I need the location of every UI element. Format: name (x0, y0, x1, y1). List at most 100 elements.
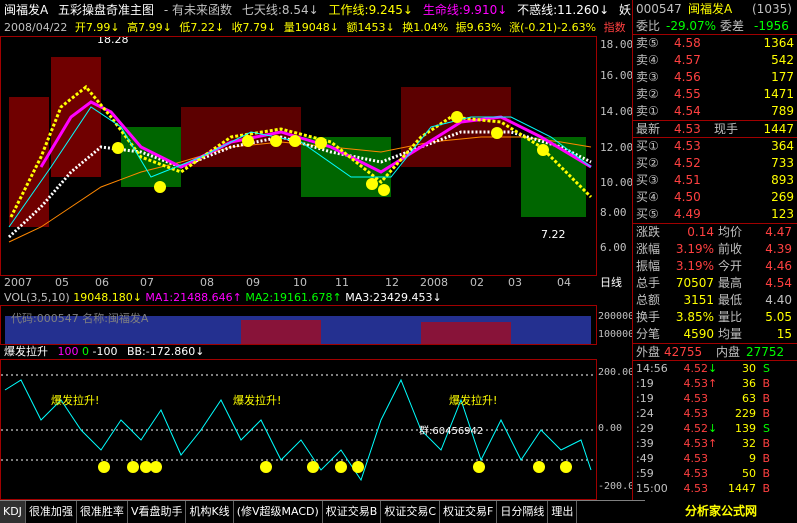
tick-row: :59 4.53 50 B (636, 467, 770, 480)
date-tick: 08 (200, 276, 214, 289)
tab-item[interactable]: 机构K线 (186, 501, 234, 523)
tab-item[interactable]: 权证交易B (323, 501, 382, 523)
candle-band-7 (521, 137, 586, 217)
latest-row: 最新 4.53 现手 1447 (633, 121, 797, 138)
ohlc-change: 涨(-0.21)-2.63% (509, 21, 597, 34)
quote-num: (1035) (752, 2, 792, 16)
candle-band-6 (401, 87, 511, 167)
volume-watermark: 代码:000547 名称:闽福发A (11, 311, 149, 325)
volume-chart[interactable]: 代码:000547 名称:闽福发A (1, 306, 596, 344)
buy-row[interactable]: 买① 4.53 364 (636, 138, 797, 155)
date-tick: 07 (140, 276, 154, 289)
ohlc-open: 开7.99↓ (74, 21, 120, 34)
tab-item[interactable]: (修V超级MACD) (234, 501, 323, 523)
main-indicator-subtitle: - 有未来函数 (163, 3, 233, 17)
ohlc-bar: 2008/04/22 开7.99↓ 高7.99↓ 低7.22↓ 收7.79↓ 量… (0, 20, 632, 36)
ohlc-close: 收7.79↓ (231, 21, 277, 34)
price-tick: 14.00 (600, 105, 634, 118)
ohlc-amplitude: 振9.63% (455, 21, 502, 34)
tab-item[interactable]: 权证交易F (440, 501, 498, 523)
indicator-tick: 0.00 (598, 423, 623, 434)
tab-item[interactable]: 很准加强 (26, 501, 77, 523)
date-tick: 2008 (420, 276, 448, 289)
vol-ma3: MA3:23429.453↓ (345, 291, 442, 304)
smiley-icon (270, 135, 282, 147)
buy-row[interactable]: 买③ 4.51 893 (636, 172, 797, 189)
volume-tick: 100000 (598, 329, 635, 340)
price-tick: 12.00 (600, 141, 634, 154)
quote-panel: 000547 闽福发A (1035) 委比 -29.07% 委差 -1956 卖… (632, 0, 797, 500)
not-miss-line: 不惑线:11.260↓ (517, 3, 610, 17)
period-label[interactable]: 日线 (600, 276, 622, 290)
smiley-icon (366, 178, 378, 190)
indicator-bb: BB:-172.860↓ (126, 345, 205, 358)
date-tick: 04 (557, 276, 571, 289)
indicator-panel[interactable]: 爆发拉升! 爆发拉升! 爆发拉升! 群:60456942 (0, 359, 597, 500)
smiley-icon (378, 184, 390, 196)
stats-row: 分笔 4590 均量 15 (636, 327, 792, 341)
indicator-label: 爆发拉升! (449, 393, 497, 407)
smiley-icon (352, 461, 364, 473)
tick-row: :19 4.53 63 B (636, 392, 770, 405)
date-axis: 2007 05 06 07 08 09 10 11 12 2008 02 03 … (0, 276, 632, 290)
sell-row[interactable]: 卖⑤ 4.58 1364 (636, 35, 797, 52)
indicator-note: 群:60456942 (419, 424, 483, 437)
smiley-icon (154, 181, 166, 193)
tab-kdj[interactable]: KDJ (0, 501, 26, 523)
smiley-icon (537, 144, 549, 156)
price-chart-panel[interactable]: 18.28 7.22 (0, 36, 597, 276)
smiley-icon (150, 461, 162, 473)
quote-name: 闽福发A (688, 2, 733, 16)
vol-ma1: MA1:21488.646↑ (145, 291, 242, 304)
smiley-icon (315, 137, 327, 149)
smiley-icon (127, 461, 139, 473)
tab-item[interactable]: 理出 (548, 501, 578, 523)
tick-row: :29 4.52 ↓ 139 S (636, 422, 770, 435)
smiley-icon (242, 135, 254, 147)
index-label: 指数 (603, 21, 626, 34)
buy-row[interactable]: 买⑤ 4.49 123 (636, 206, 797, 223)
sell-row[interactable]: 卖① 4.54 789 (636, 103, 797, 120)
buy-row[interactable]: 买④ 4.50 269 (636, 189, 797, 206)
date-tick: 2007 (4, 276, 32, 289)
date-tick: 11 (335, 276, 349, 289)
price-chart[interactable]: 18.28 7.22 (1, 37, 596, 275)
work-line: 工作线:9.245↓ (328, 3, 413, 17)
smiley-icon (533, 461, 545, 473)
volume-axis: 200000 100000 (598, 305, 635, 345)
tab-item[interactable]: 权证交易C (381, 501, 441, 523)
tick-row: :24 4.53 229 B (636, 407, 770, 420)
indicator-p3: -100 (92, 345, 118, 358)
date-tick: 09 (246, 276, 260, 289)
sell-row[interactable]: 卖③ 4.56 177 (636, 69, 797, 86)
price-axis: 18.00 16.00 14.00 12.00 10.00 8.00 6.00 (600, 36, 634, 276)
indicator-smileys (98, 461, 572, 473)
smiley-icon (260, 461, 272, 473)
indicator-p1: 100 (57, 345, 79, 358)
formula-tabs: KDJ 很准加强 很准胜率 V看盘助手 机构K线 (修V超级MACD) 权证交易… (0, 500, 645, 523)
indicator-tick: 200.00 (598, 367, 635, 378)
sell-row[interactable]: 卖② 4.55 1471 (636, 86, 797, 103)
volume-header: VOL(3,5,10) 19048.180↓ MA1:21488.646↑ MA… (0, 291, 632, 305)
tick-list[interactable]: 14:56 4.52 ↓ 30 S :19 4.53 ↑ 36 B :19 4.53 63 B :24… (633, 361, 797, 496)
tab-item[interactable]: 日分隔线 (497, 501, 549, 523)
tab-item[interactable]: 很准胜率 (77, 501, 128, 523)
volume-panel[interactable]: 代码:000547 名称:闽福发A (0, 305, 597, 345)
indicator-p2: 0 (82, 345, 89, 358)
ohlc-turnover: 换1.04% (402, 21, 449, 34)
indicator-chart[interactable]: 爆发拉升! 爆发拉升! 爆发拉升! 群:60456942 (1, 360, 596, 499)
stats-table: 涨跌 0.14 均价 4.47 涨幅 3.19% 前收 4.39 振幅 3.19% 今开 4.46… (633, 224, 797, 344)
stats-row: 换手 3.85% 量比 5.05 (636, 310, 792, 324)
ohlc-low: 低7.22↓ (179, 21, 225, 34)
tab-item[interactable]: V看盘助手 (128, 501, 187, 523)
sell-row[interactable]: 卖④ 4.57 542 (636, 52, 797, 69)
high-annotation: 18.28 (97, 37, 129, 46)
buy-row[interactable]: 买② 4.52 733 (636, 155, 797, 172)
main-indicator-title: 五彩操盘奇准主图 (58, 3, 155, 17)
ohlc-date: 2008/04/22 (4, 21, 68, 34)
volume-tick: 200000 (598, 311, 635, 322)
tick-row: :39 4.53 ↑ 32 B (636, 437, 770, 450)
stats-row: 总手 70507 最高 4.54 (636, 276, 792, 290)
price-tick: 10.00 (600, 176, 634, 189)
smiley-icon (112, 142, 124, 154)
